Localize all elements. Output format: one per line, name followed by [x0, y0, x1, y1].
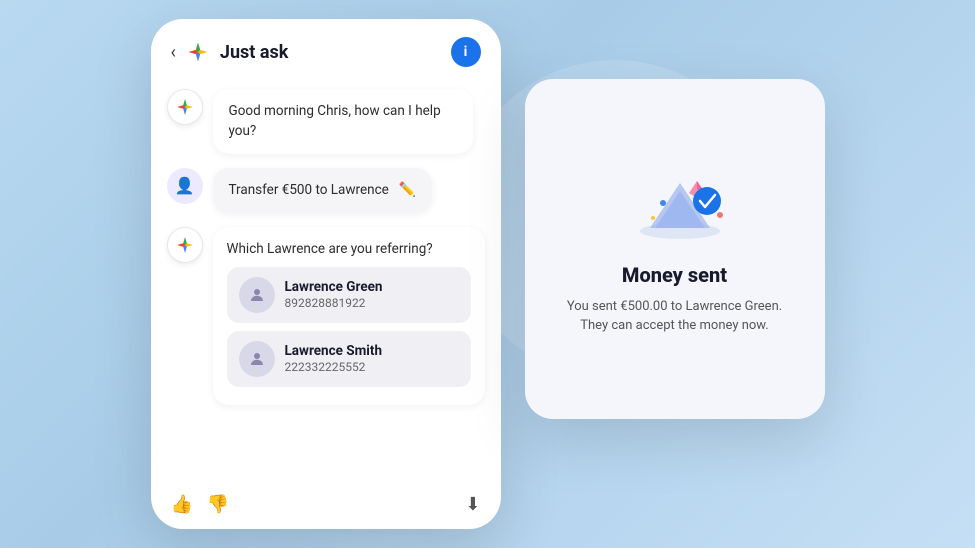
info-button[interactable]: i	[451, 37, 481, 67]
user-message-text: Transfer €500 to Lawrence	[229, 180, 389, 200]
contact-avatar-green	[239, 277, 275, 313]
success-card: Money sent You sent €500.00 to Lawrence …	[525, 79, 825, 419]
greeting-bubble: Good morning Chris, how can I help you?	[213, 89, 473, 154]
thumbdown-button[interactable]: 👎	[207, 494, 229, 515]
user-person-icon: 👤	[175, 176, 195, 195]
edit-icon[interactable]: ✏️	[399, 180, 416, 201]
bot-contact-row: Which Lawrence are you referring? Lawren…	[167, 227, 485, 405]
user-avatar: 👤	[167, 168, 203, 204]
contact-name-green: Lawrence Green	[285, 279, 383, 295]
contact-person-icon-green	[248, 286, 266, 304]
money-sent-svg	[625, 163, 735, 243]
bot-avatar-2	[167, 227, 203, 263]
bottom-action-bar: 👍 👎 ⬇	[151, 484, 501, 529]
contact-info-green: Lawrence Green 892828881922	[285, 279, 383, 310]
contact-avatar-smith	[239, 341, 275, 377]
thumbup-button[interactable]: 👍	[171, 494, 193, 515]
contact-item-smith[interactable]: Lawrence Smith 222332225552	[227, 331, 471, 387]
phones-container: ‹ Just ask i	[151, 19, 825, 529]
success-illustration	[625, 163, 725, 243]
which-lawrence-label: Which Lawrence are you referring?	[227, 241, 471, 257]
bot-avatar	[167, 89, 203, 125]
contact-number-green: 892828881922	[285, 296, 383, 310]
card-description: You sent €500.00 to Lawrence Green. They…	[553, 297, 797, 336]
header-title: Just ask	[220, 42, 441, 63]
sparkle-logo-icon	[186, 40, 210, 64]
bot-sparkle-icon-2	[175, 235, 195, 255]
contact-selection-bubble: Which Lawrence are you referring? Lawren…	[213, 227, 485, 405]
user-message-row: 👤 Transfer €500 to Lawrence ✏️	[167, 168, 485, 213]
user-bubble: Transfer €500 to Lawrence ✏️	[213, 168, 433, 213]
bot-greeting-row: Good morning Chris, how can I help you?	[167, 89, 485, 154]
contact-person-icon-smith	[248, 350, 266, 368]
back-button[interactable]: ‹	[171, 42, 176, 63]
contact-info-smith: Lawrence Smith 222332225552	[285, 343, 383, 374]
chat-phone: ‹ Just ask i	[151, 19, 501, 529]
contact-number-smith: 222332225552	[285, 360, 383, 374]
card-title: Money sent	[622, 263, 727, 287]
contact-name-smith: Lawrence Smith	[285, 343, 383, 359]
bot-sparkle-icon	[175, 97, 195, 117]
chat-area: Good morning Chris, how can I help you? …	[151, 79, 501, 484]
phone-header: ‹ Just ask i	[151, 19, 501, 79]
contact-item-green[interactable]: Lawrence Green 892828881922	[227, 267, 471, 323]
download-button[interactable]: ⬇	[465, 494, 480, 515]
